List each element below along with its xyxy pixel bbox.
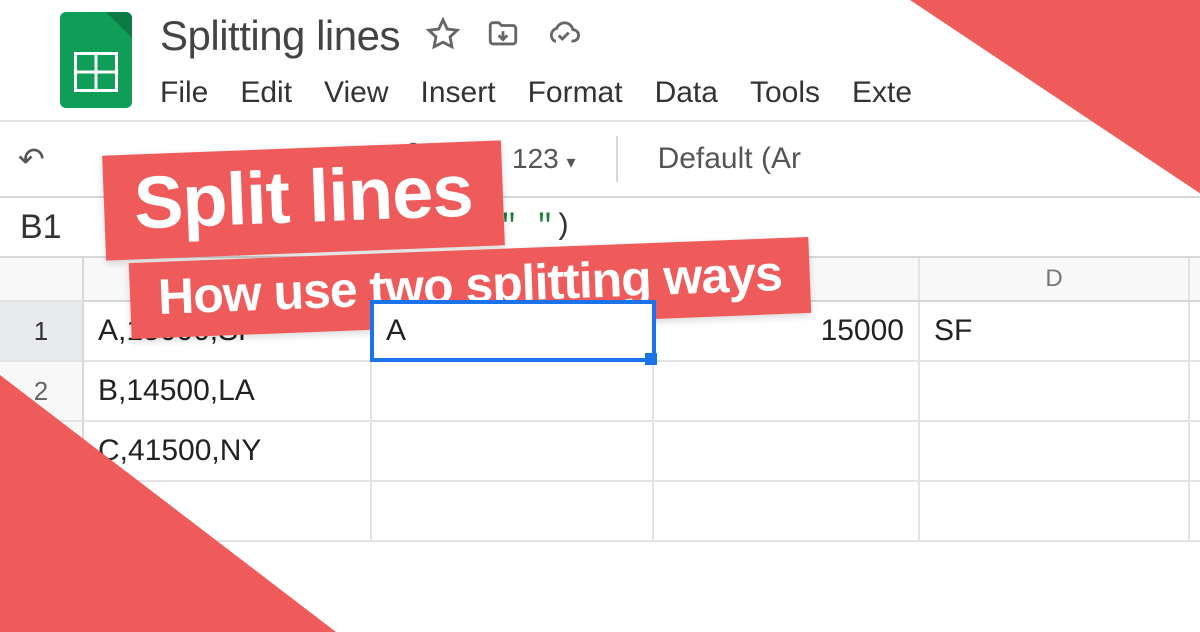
undo-icon[interactable]: ↶: [18, 140, 45, 178]
menu-file[interactable]: File: [160, 76, 208, 110]
chevron-down-icon: ▾: [567, 152, 576, 172]
select-all-corner[interactable]: [0, 258, 82, 302]
menu-data[interactable]: Data: [655, 76, 718, 110]
cell-d1[interactable]: SF: [920, 302, 1190, 360]
document-title[interactable]: Splitting lines: [160, 12, 400, 60]
menu-edit[interactable]: Edit: [240, 76, 292, 110]
row-header-1[interactable]: 1: [0, 302, 82, 362]
formula-str: " ": [500, 210, 554, 244]
cell-b4[interactable]: [372, 482, 654, 540]
col-header-d[interactable]: D: [920, 258, 1190, 300]
cell-c3[interactable]: [654, 422, 920, 480]
cell-d4[interactable]: [920, 482, 1190, 540]
toolbar-divider: [616, 136, 618, 182]
font-selector[interactable]: Default (Ar: [658, 142, 801, 176]
menu-view[interactable]: View: [324, 76, 388, 110]
overlay-title: Split lines: [102, 140, 504, 260]
sheets-app-icon: [60, 12, 132, 108]
cell-a3[interactable]: C,41500,NY: [84, 422, 372, 480]
menu-format[interactable]: Format: [528, 76, 623, 110]
cell-c4[interactable]: [654, 482, 920, 540]
cell-b3[interactable]: [372, 422, 654, 480]
cell-b2[interactable]: [372, 362, 654, 420]
menu-insert[interactable]: Insert: [421, 76, 496, 110]
star-icon[interactable]: [426, 17, 460, 56]
cell-c2[interactable]: [654, 362, 920, 420]
number-format-label: 123: [512, 143, 559, 174]
move-to-folder-icon[interactable]: [486, 17, 520, 56]
number-format-menu[interactable]: 123 ▾: [512, 143, 576, 175]
cell-d3[interactable]: [920, 422, 1190, 480]
cell-d2[interactable]: [920, 362, 1190, 420]
cell-b1[interactable]: A: [372, 302, 654, 360]
menu-extensions[interactable]: Exte: [852, 76, 912, 110]
cloud-saved-icon[interactable]: [546, 17, 580, 56]
cell-a2[interactable]: B,14500,LA: [84, 362, 372, 420]
menu-tools[interactable]: Tools: [750, 76, 820, 110]
